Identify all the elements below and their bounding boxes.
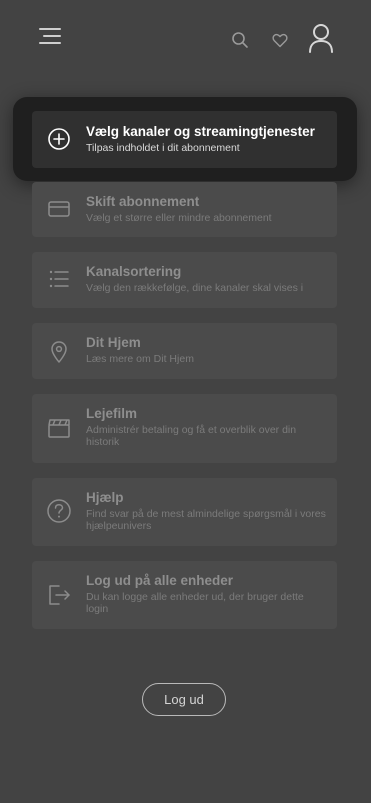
menu-item-logout-all-devices[interactable]: Log ud på alle enheder Du kan logge alle… [32,561,337,629]
menu-icon[interactable] [34,22,66,50]
menu-item-change-subscription[interactable]: Skift abonnement Vælg et større eller mi… [32,182,337,237]
menu-item-subtitle: Du kan logge alle enheder ud, der bruger… [86,591,304,615]
menu-item-title: Vælg kanaler og streamingtjenester [86,124,315,139]
heart-icon[interactable] [268,28,292,52]
logout-button[interactable]: Log ud [142,683,226,716]
menu-item-channel-sorting[interactable]: Kanalsortering Vælg den rækkefølge, dine… [32,252,337,308]
menu-item-subtitle: Tilpas indholdet i dit abonnement [86,142,240,154]
list-icon [46,266,72,292]
question-circle-icon [46,498,72,524]
menu-item-subtitle: Vælg den rækkefølge, dine kanaler skal v… [86,282,304,294]
menu-item-title: Skift abonnement [86,194,200,209]
menu-item-subtitle: Læs mere om Dit Hjem [86,353,194,365]
menu-item-subtitle: Administrér betaling og få et overblik o… [86,424,297,448]
clapperboard-icon [46,415,72,441]
menu-item-title: Dit Hjem [86,335,141,350]
logout-icon [46,582,72,608]
plus-circle-icon [46,126,72,152]
menu-item-title: Hjælp [86,490,124,505]
user-icon[interactable] [304,20,338,56]
menu-item-title: Log ud på alle enheder [86,573,234,588]
menu-item-title: Kanalsortering [86,264,182,279]
card-icon [46,196,72,222]
menu-item-title: Lejefilm [86,406,138,421]
menu-item-channels-streaming[interactable]: Vælg kanaler og streamingtjenester Tilpa… [32,111,337,168]
menu-item-help[interactable]: Hjælp Find svar på de mest almindelige s… [32,478,337,546]
menu-item-subtitle: Find svar på de mest almindelige spørgsm… [86,508,326,532]
menu-item-rental-movies[interactable]: Lejefilm Administrér betaling og få et o… [32,394,337,463]
top-bar [0,0,371,80]
menu-item-dit-hjem[interactable]: Dit Hjem Læs mere om Dit Hjem [32,323,337,379]
location-pin-icon [46,339,72,365]
menu-item-subtitle: Vælg et større eller mindre abonnement [86,212,272,224]
search-icon[interactable] [228,28,252,52]
